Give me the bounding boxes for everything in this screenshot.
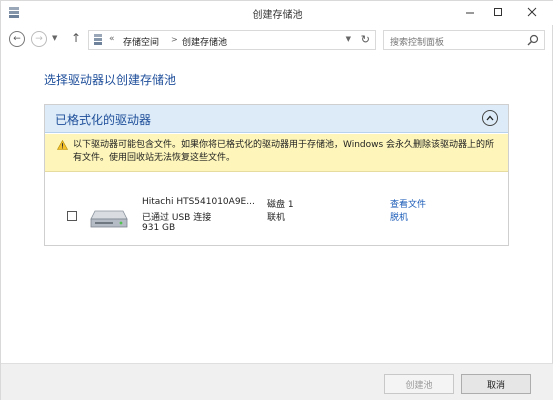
search-placeholder: 搜索控制面板: [390, 38, 445, 48]
warning-icon: [56, 139, 69, 150]
hard-drive-icon: [90, 203, 128, 229]
drive-name: Hitachi HTS541010A9E...: [142, 197, 255, 207]
arrow-left-icon: ←: [13, 34, 21, 44]
recent-pages-chevron-icon[interactable]: ▼: [52, 34, 57, 42]
title-bar: 创建存储池: [1, 1, 553, 25]
create-storage-pool-window: 创建存储池 ← → ▼ ↑ « 存储空间 > 创建存储池 ▼ ↻ 搜索控制面板: [0, 0, 553, 400]
list-item: Hitachi HTS541010A9E... 已通过 USB 连接 931 G…: [45, 173, 508, 245]
up-arrow-icon[interactable]: ↑: [71, 31, 81, 45]
search-icon: [527, 34, 539, 46]
page-heading: 选择驱动器以创建存储池: [44, 73, 177, 87]
breadcrumb-storage-spaces[interactable]: 存储空间: [123, 35, 159, 48]
breadcrumb-arrow-icon[interactable]: >: [171, 35, 178, 44]
close-icon: [527, 7, 537, 17]
breadcrumb-overflow[interactable]: «: [109, 34, 115, 44]
minimize-button[interactable]: [456, 1, 484, 23]
disk-number: 磁盘 1: [267, 200, 294, 210]
maximize-icon: [494, 8, 502, 16]
chevron-up-icon: [486, 115, 494, 121]
drive-checkbox[interactable]: [67, 211, 77, 221]
footer-bar: 创建池 取消: [1, 363, 553, 400]
address-bar[interactable]: « 存储空间 > 创建存储池 ▼ ↻: [88, 30, 376, 50]
warning-banner: 以下驱动器可能包含文件。如果你将已格式化的驱动器用于存储池，Windows 会永…: [45, 134, 508, 172]
offline-link[interactable]: 脱机: [390, 210, 408, 223]
warning-text: 以下驱动器可能包含文件。如果你将已格式化的驱动器用于存储池，Windows 会永…: [73, 140, 495, 163]
group-header[interactable]: 已格式化的驱动器: [45, 105, 508, 133]
drive-connection: 已通过 USB 连接: [142, 213, 212, 223]
forward-button[interactable]: →: [31, 31, 47, 47]
search-input[interactable]: 搜索控制面板: [383, 30, 545, 50]
back-button[interactable]: ←: [9, 31, 25, 47]
cancel-button[interactable]: 取消: [461, 374, 531, 394]
navigation-bar: ← → ▼ ↑ « 存储空间 > 创建存储池 ▼ ↻ 搜索控制面板: [1, 26, 553, 54]
collapse-button[interactable]: [482, 110, 498, 126]
drive-size: 931 GB: [142, 223, 176, 233]
breadcrumb-create-pool[interactable]: 创建存储池: [182, 35, 227, 48]
view-files-link[interactable]: 查看文件: [390, 197, 426, 210]
formatted-drives-group: 已格式化的驱动器 以下驱动器可能包含文件。如果你将已格式化的驱动器用于存储池，W…: [44, 104, 509, 246]
arrow-right-icon: →: [35, 34, 43, 44]
maximize-button[interactable]: [484, 1, 512, 23]
group-title: 已格式化的驱动器: [55, 113, 152, 127]
address-dropdown-icon[interactable]: ▼: [346, 35, 351, 43]
close-button[interactable]: [513, 1, 551, 23]
minimize-icon: [466, 12, 474, 14]
storage-spaces-icon: [94, 34, 102, 46]
create-pool-button[interactable]: 创建池: [384, 374, 454, 394]
disk-state: 联机: [267, 213, 286, 223]
refresh-icon[interactable]: ↻: [361, 33, 370, 46]
